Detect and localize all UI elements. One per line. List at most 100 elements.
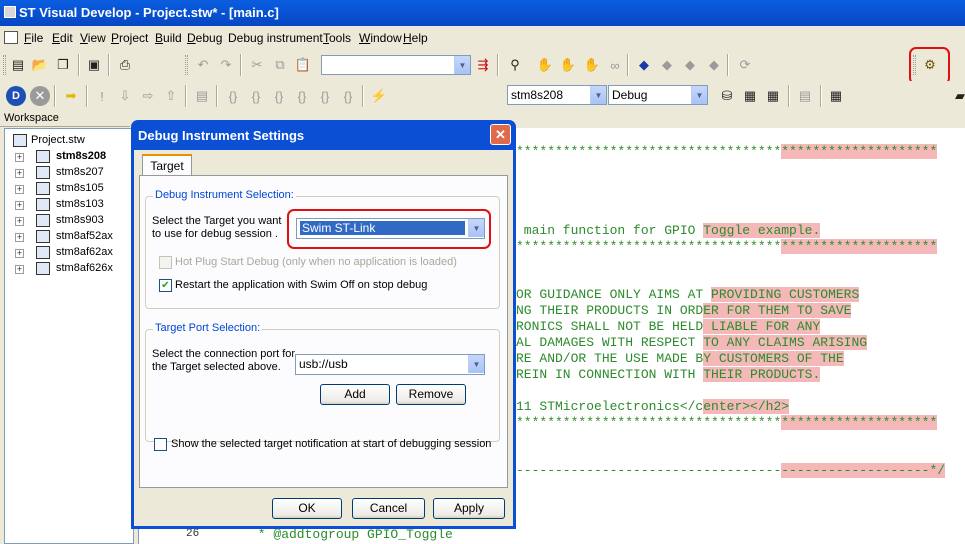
tab-target[interactable]: Target (142, 154, 192, 176)
find-in-files-icon[interactable]: ⇶ (473, 55, 493, 75)
hand-stop-icon[interactable]: ✋ (582, 55, 602, 75)
run-to-cursor-icon[interactable]: ▤ (192, 86, 212, 106)
extra-tool-icon[interactable]: ▰ (950, 86, 965, 106)
restart-swim-off-checkbox[interactable]: ✔ (159, 279, 172, 292)
code-line: ****************************************… (516, 144, 938, 159)
chevron-down-icon[interactable]: ▼ (454, 56, 470, 74)
target-combo[interactable]: stm8s208 ▼ (507, 85, 607, 105)
tree-project-stm8s903[interactable]: + stm8s903 (5, 213, 131, 229)
add-button[interactable]: Add (320, 384, 390, 405)
code-line: ****************************************… (516, 415, 938, 430)
tree-project-stm8af626x[interactable]: + stm8af626x (5, 261, 131, 277)
open-folder-icon[interactable]: 📂 (30, 55, 50, 75)
find-combo[interactable]: ▼ (321, 55, 471, 75)
project-icon (36, 150, 50, 163)
menu-tools[interactable]: Tools (323, 31, 351, 45)
expand-icon[interactable]: + (15, 153, 24, 162)
expand-icon[interactable]: + (15, 217, 24, 226)
expand-icon[interactable]: + (15, 169, 24, 178)
project-icon (36, 262, 50, 275)
port-select[interactable]: usb://usb ▼ (295, 354, 485, 375)
bookmark-icon[interactable]: ◆ (634, 55, 654, 75)
menu-view[interactable]: View (80, 31, 106, 45)
workspace-tree[interactable]: Project.stw + stm8s208 + stm8s207 + stm8s105 +… (4, 128, 134, 544)
step-over-icon[interactable]: ⇨ (138, 86, 158, 106)
bookmark-next-icon[interactable]: ◆ (657, 55, 677, 75)
tree-project-stm8af62ax[interactable]: + stm8af62ax (5, 245, 131, 261)
menu-debug-instrument[interactable]: Debug instrument (228, 31, 323, 45)
tree-project-stm8af52ax[interactable]: + stm8af52ax (5, 229, 131, 245)
apply-button[interactable]: Apply (433, 498, 505, 519)
project-label: stm8s207 (56, 166, 104, 178)
chevron-down-icon[interactable]: ▼ (468, 355, 484, 373)
expand-icon[interactable]: + (15, 265, 24, 274)
cancel-button[interactable]: Cancel (352, 498, 425, 519)
chevron-down-icon[interactable]: ▼ (691, 86, 707, 104)
tree-project-stm8s207[interactable]: + stm8s207 (5, 165, 131, 181)
menu-edit[interactable]: Edit (52, 31, 73, 45)
bookmark-clear-icon[interactable]: ◆ (704, 55, 724, 75)
expand-icon[interactable]: + (15, 233, 24, 242)
toolbar-grip[interactable] (3, 55, 6, 75)
binoculars-icon[interactable]: ⚲ (505, 55, 525, 75)
expand-icon[interactable]: + (15, 249, 24, 258)
expand-icon[interactable]: + (15, 185, 24, 194)
print-icon[interactable]: ⎙ (115, 55, 135, 75)
port-prompt-line1: Select the connection port for (152, 348, 296, 360)
braces-3-icon[interactable]: {} (269, 86, 289, 106)
menu-build[interactable]: Build (155, 31, 182, 45)
tree-project-stm8s208[interactable]: + stm8s208 (5, 149, 131, 165)
build-icon[interactable]: ▦ (740, 86, 760, 106)
hot-plug-checkbox[interactable] (159, 256, 172, 269)
expand-icon[interactable]: + (15, 201, 24, 210)
programmer-icon[interactable]: ▦ (826, 86, 846, 106)
braces-1-icon[interactable]: {} (223, 86, 243, 106)
hand-disabled-icon[interactable]: ✋ (558, 55, 578, 75)
step-into-icon[interactable]: ⇩ (115, 86, 135, 106)
project-icon (36, 198, 50, 211)
document-menu-icon[interactable] (4, 31, 18, 44)
configuration-combo[interactable]: Debug ▼ (608, 85, 708, 105)
menu-help[interactable]: Help (403, 31, 428, 45)
step-out-icon[interactable]: ⇧ (161, 86, 181, 106)
menu-project[interactable]: Project (111, 31, 148, 45)
cut-icon[interactable]: ✂ (247, 55, 267, 75)
refresh-icon[interactable]: ⟳ (735, 55, 755, 75)
rebuild-icon[interactable]: ▦ (763, 86, 783, 106)
redo-icon[interactable]: ↷ (216, 55, 236, 75)
braces-6-icon[interactable]: {} (338, 86, 358, 106)
bookmark-prev-icon[interactable]: ◆ (680, 55, 700, 75)
copy-icon[interactable]: ⧉ (270, 55, 290, 75)
tree-project-stm8s105[interactable]: + stm8s105 (5, 181, 131, 197)
stop-icon[interactable]: ✕ (30, 86, 50, 106)
close-icon[interactable]: ✕ (490, 124, 511, 145)
new-window-icon[interactable]: ❐ (53, 55, 73, 75)
braces-4-icon[interactable]: {} (292, 86, 312, 106)
compile-icon[interactable]: ⛁ (717, 86, 737, 106)
save-icon[interactable]: ▣ (84, 55, 104, 75)
menu-debug[interactable]: Debug (187, 31, 222, 45)
reset-icon[interactable]: ⚡ (369, 86, 389, 106)
paste-icon[interactable]: 📋 (293, 55, 313, 75)
new-file-icon[interactable]: ▤ (8, 55, 28, 75)
show-notification-checkbox[interactable] (154, 438, 167, 451)
stop-build-icon[interactable]: ▤ (795, 86, 815, 106)
arrow-right-icon[interactable]: ➡ (61, 86, 81, 106)
restart-label: Restart the application with Swim Off on… (175, 279, 428, 291)
menu-window[interactable]: Window (359, 31, 402, 45)
braces-5-icon[interactable]: {} (315, 86, 335, 106)
debug-start-icon[interactable]: D (6, 86, 26, 106)
braces-2-icon[interactable]: {} (246, 86, 266, 106)
menu-file[interactable]: File (24, 31, 43, 45)
hand-icon[interactable]: ✋ (535, 55, 555, 75)
menu-bar: File Edit View Project Build Debug Debug instr… (0, 27, 965, 49)
tree-project-stm8s103[interactable]: + stm8s103 (5, 197, 131, 213)
glasses-icon[interactable]: ∞ (605, 55, 625, 75)
break-icon[interactable]: ! (92, 86, 112, 106)
project-label: stm8af62ax (56, 246, 113, 258)
ok-button[interactable]: OK (272, 498, 342, 519)
undo-icon[interactable]: ↶ (193, 55, 213, 75)
tree-root[interactable]: Project.stw (5, 133, 131, 149)
remove-button[interactable]: Remove (396, 384, 466, 405)
chevron-down-icon[interactable]: ▼ (590, 86, 606, 104)
